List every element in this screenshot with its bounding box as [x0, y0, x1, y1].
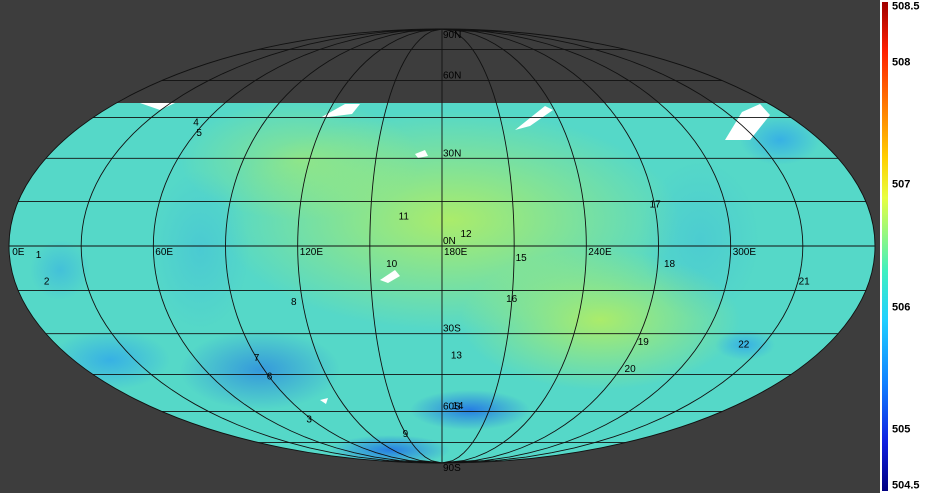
lon-label: 180E	[444, 247, 468, 258]
feature-label-4: 4	[193, 117, 199, 128]
data-raster	[9, 103, 875, 463]
feature-label-5: 5	[196, 128, 202, 139]
feature-label-8: 8	[291, 297, 297, 308]
colorbar-ramp	[882, 2, 888, 491]
colorbar-tick-label: 508	[892, 56, 911, 69]
feature-label-1: 1	[36, 250, 42, 261]
feature-label-22: 22	[738, 340, 750, 351]
feature-label-17: 17	[650, 200, 662, 211]
feature-label-20: 20	[625, 364, 637, 375]
lat-label: 60N	[443, 71, 461, 82]
lat-label: 30N	[443, 148, 461, 159]
colorbar-tick-label: 508.5	[892, 0, 920, 13]
lat-label: 0N	[443, 236, 456, 247]
feature-label-10: 10	[386, 259, 398, 270]
lon-label: 60E	[155, 247, 173, 258]
lon-label: 300E	[733, 247, 757, 258]
colorbar: 508.5 508 507 506 505 504.5	[880, 0, 926, 493]
feature-label-11: 11	[399, 211, 410, 222]
feature-label-3: 3	[306, 415, 312, 426]
map-panel: 90N 60N 30N 0N 30S 60S 90S 0E 60E 120E 180E 240E 30…	[0, 0, 880, 493]
lon-label: 120E	[300, 247, 324, 258]
lat-label: 90S	[443, 463, 461, 474]
feature-label-18: 18	[664, 259, 676, 270]
mollweide-map: 90N60N30N0N30S60S90S 0E 60E 120E 180E 240E 30…	[8, 28, 876, 474]
feature-label-19: 19	[638, 337, 650, 348]
feature-label-21: 21	[799, 277, 811, 288]
lon-label: 0E	[12, 247, 25, 258]
lon-label: 240E	[588, 247, 612, 258]
feature-label-15: 15	[516, 253, 528, 264]
feature-label-12: 12	[460, 229, 472, 240]
feature-label-6: 6	[267, 372, 273, 383]
feature-label-14: 14	[452, 401, 464, 412]
colorbar-tick-label: 504.5	[892, 479, 920, 492]
feature-label-16: 16	[506, 294, 518, 305]
feature-label-7: 7	[254, 353, 260, 364]
colorbar-tick-label: 506	[892, 301, 911, 314]
colorbar-tick-label: 507	[892, 178, 911, 191]
feature-label-9: 9	[403, 429, 409, 440]
colorbar-tick-label: 505	[892, 423, 911, 436]
feature-label-2: 2	[44, 277, 50, 288]
lat-label: 90N	[443, 30, 461, 41]
lat-label: 30S	[443, 324, 461, 335]
feature-label-13: 13	[451, 351, 463, 362]
